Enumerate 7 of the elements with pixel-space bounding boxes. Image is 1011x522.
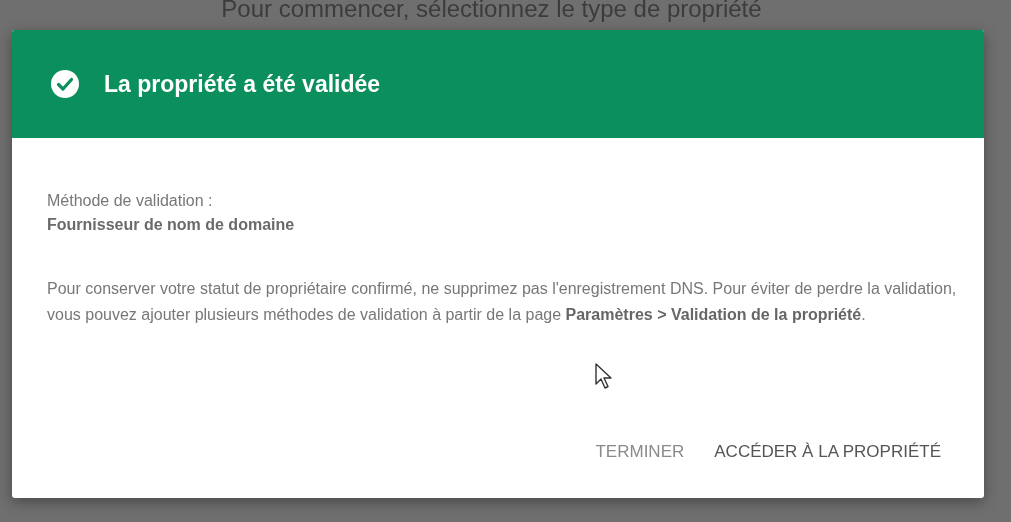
- mouse-pointer-icon: [594, 362, 614, 390]
- method-value: Fournisseur de nom de domaine: [47, 215, 296, 235]
- check-circle-icon: [50, 69, 80, 99]
- dialog-title: La propriété a été validée: [104, 70, 381, 98]
- message-text: Pour conserver votre statut de propriétaire confirmé, ne supprimez pas l'enregistrement DNS. Pour éviter de perdre la validation, vous pouvez ajouter plusieurs méthodes de validation à partir de la page Paramètres > Validation de la propriété.: [47, 279, 958, 325]
- open-property-button[interactable]: ACCÉDER À LA PROPRIÉTÉ: [706, 434, 949, 470]
- method-label: Méthode de validation :: [47, 191, 214, 211]
